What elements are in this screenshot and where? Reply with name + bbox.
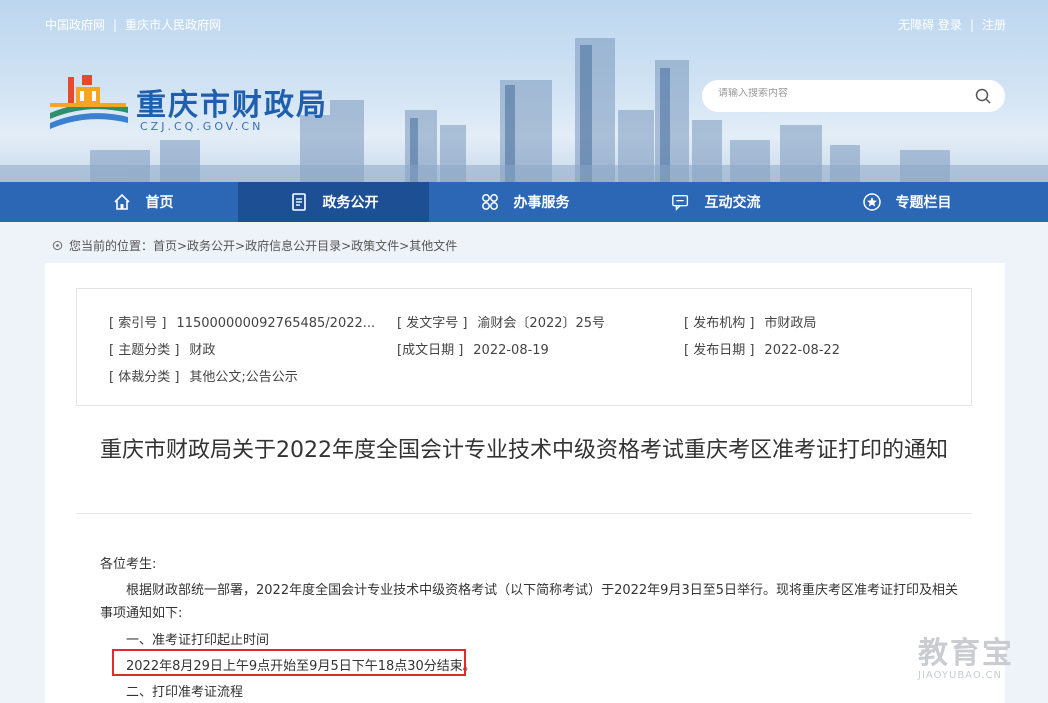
- meta-key: [ 索引号 ]: [109, 316, 167, 331]
- section-2-heading: 二、打印准考证流程: [126, 685, 244, 700]
- meta-doc-no: [ 发文字号 ] 渝财会〔2022〕25号: [397, 312, 605, 331]
- watermark-sub: JIAOYUBAO.CN: [918, 670, 1002, 681]
- divider: [76, 513, 972, 514]
- meta-key: [ 发布机构 ]: [684, 316, 755, 331]
- nav-item-home[interactable]: 首页: [47, 182, 238, 222]
- search-input[interactable]: [718, 88, 958, 99]
- meta-value: 11500000009276548​5/2022...: [176, 316, 376, 331]
- nav-item-label: 互动交流: [704, 195, 761, 211]
- accessibility-login-link[interactable]: 无障碍 登录: [898, 18, 962, 32]
- top-links: 中国政府网 | 重庆市人民政府网: [45, 18, 222, 32]
- meta-created: [成文日期 ] 2022-08-19: [397, 339, 549, 358]
- cq-gov-link[interactable]: 重庆市人民政府网: [125, 18, 221, 32]
- article-title: 重庆市财政局关于2022年度全国会计专业技术中级资格考试重庆考区准考证打印的通知: [100, 438, 948, 463]
- paragraph-1: 根据财政部统一部署，2022年度全国会计专业技术中级资格考试（以下简称考试）于2…: [126, 583, 958, 598]
- site-logo-icon[interactable]: [48, 73, 130, 135]
- breadcrumb-text[interactable]: 您当前的位置：首页>政务公开>政府信息公开目录>政策文件>其他文件: [69, 237, 457, 254]
- meta-key: [ 发布日期 ]: [684, 343, 755, 358]
- meta-published: [ 发布日期 ] 2022-08-22: [684, 339, 840, 358]
- nav-item-label: 办事服务: [513, 195, 570, 211]
- main-nav: 首页 政务公开 办事服务 互动交流 专题栏目: [0, 182, 1048, 222]
- document-meta-table: [ 索引号 ] 11500000009276548​5/2022... [ 发文字…: [76, 288, 972, 406]
- search-icon[interactable]: [975, 88, 991, 104]
- document-icon: [291, 193, 306, 211]
- meta-value: 2022-08-19: [473, 343, 549, 358]
- watermark: 教育宝 JIAOYUBAO.CN: [918, 628, 1014, 681]
- location-icon: [52, 240, 63, 251]
- meta-key: [ 发文字号 ]: [397, 316, 468, 331]
- grid-icon: [481, 194, 498, 210]
- gov-cn-link[interactable]: 中国政府网: [45, 18, 105, 32]
- meta-publisher: [ 发布机构 ] 市财政局: [684, 312, 816, 331]
- nav-item-interaction[interactable]: 互动交流: [620, 182, 811, 222]
- chat-icon: [671, 194, 688, 211]
- nav-item-gov-affairs[interactable]: 政务公开: [238, 182, 429, 222]
- nav-item-label: 首页: [145, 195, 174, 211]
- meta-value: 市财政局: [764, 316, 817, 331]
- meta-key: [ 体裁分类 ]: [109, 370, 180, 385]
- salutation: 各位考生:: [100, 557, 157, 572]
- meta-value: 2022-08-22: [764, 343, 840, 358]
- meta-value: 其他公文;公告公示: [189, 370, 298, 385]
- site-domain: CZJ.CQ.GOV.CN: [140, 120, 264, 133]
- header-banner: 中国政府网 | 重庆市人民政府网 无障碍 登录 | 注册 重庆市财政局 CZJ.CQ.G…: [0, 0, 1048, 182]
- register-link[interactable]: 注册: [982, 18, 1006, 32]
- site-title: 重庆市财政局: [136, 88, 328, 123]
- breadcrumb: 您当前的位置：首页>政务公开>政府信息公开目录>政策文件>其他文件: [52, 237, 457, 254]
- account-links: 无障碍 登录 | 注册: [898, 18, 1006, 32]
- highlight-box: [112, 649, 466, 676]
- meta-topic: [ 主题分类 ] 财政: [109, 339, 215, 358]
- meta-key: [成文日期 ]: [397, 343, 464, 358]
- watermark-main: 教育宝: [918, 636, 1014, 671]
- home-icon: [113, 193, 130, 210]
- star-icon: [862, 193, 881, 211]
- meta-value: 财政: [189, 343, 216, 358]
- article-card: [ 索引号 ] 11500000009276548​5/2022... [ 发文字…: [45, 263, 1005, 703]
- nav-item-label: 政务公开: [322, 195, 379, 211]
- meta-value: 渝财会〔2022〕25号: [477, 316, 606, 331]
- meta-genre: [ 体裁分类 ] 其他公文;公告公示: [109, 366, 298, 385]
- meta-key: [ 主题分类 ]: [109, 343, 180, 358]
- nav-item-services[interactable]: 办事服务: [429, 182, 620, 222]
- meta-index: [ 索引号 ] 11500000009276548​5/2022...: [109, 312, 375, 331]
- search-box: [702, 80, 1005, 112]
- paragraph-1-cont: 事项通知如下:: [100, 606, 183, 621]
- nav-item-label: 专题栏目: [895, 195, 952, 211]
- section-1-heading: 一、准考证打印起止时间: [126, 633, 270, 648]
- nav-item-topics[interactable]: 专题栏目: [811, 182, 1002, 222]
